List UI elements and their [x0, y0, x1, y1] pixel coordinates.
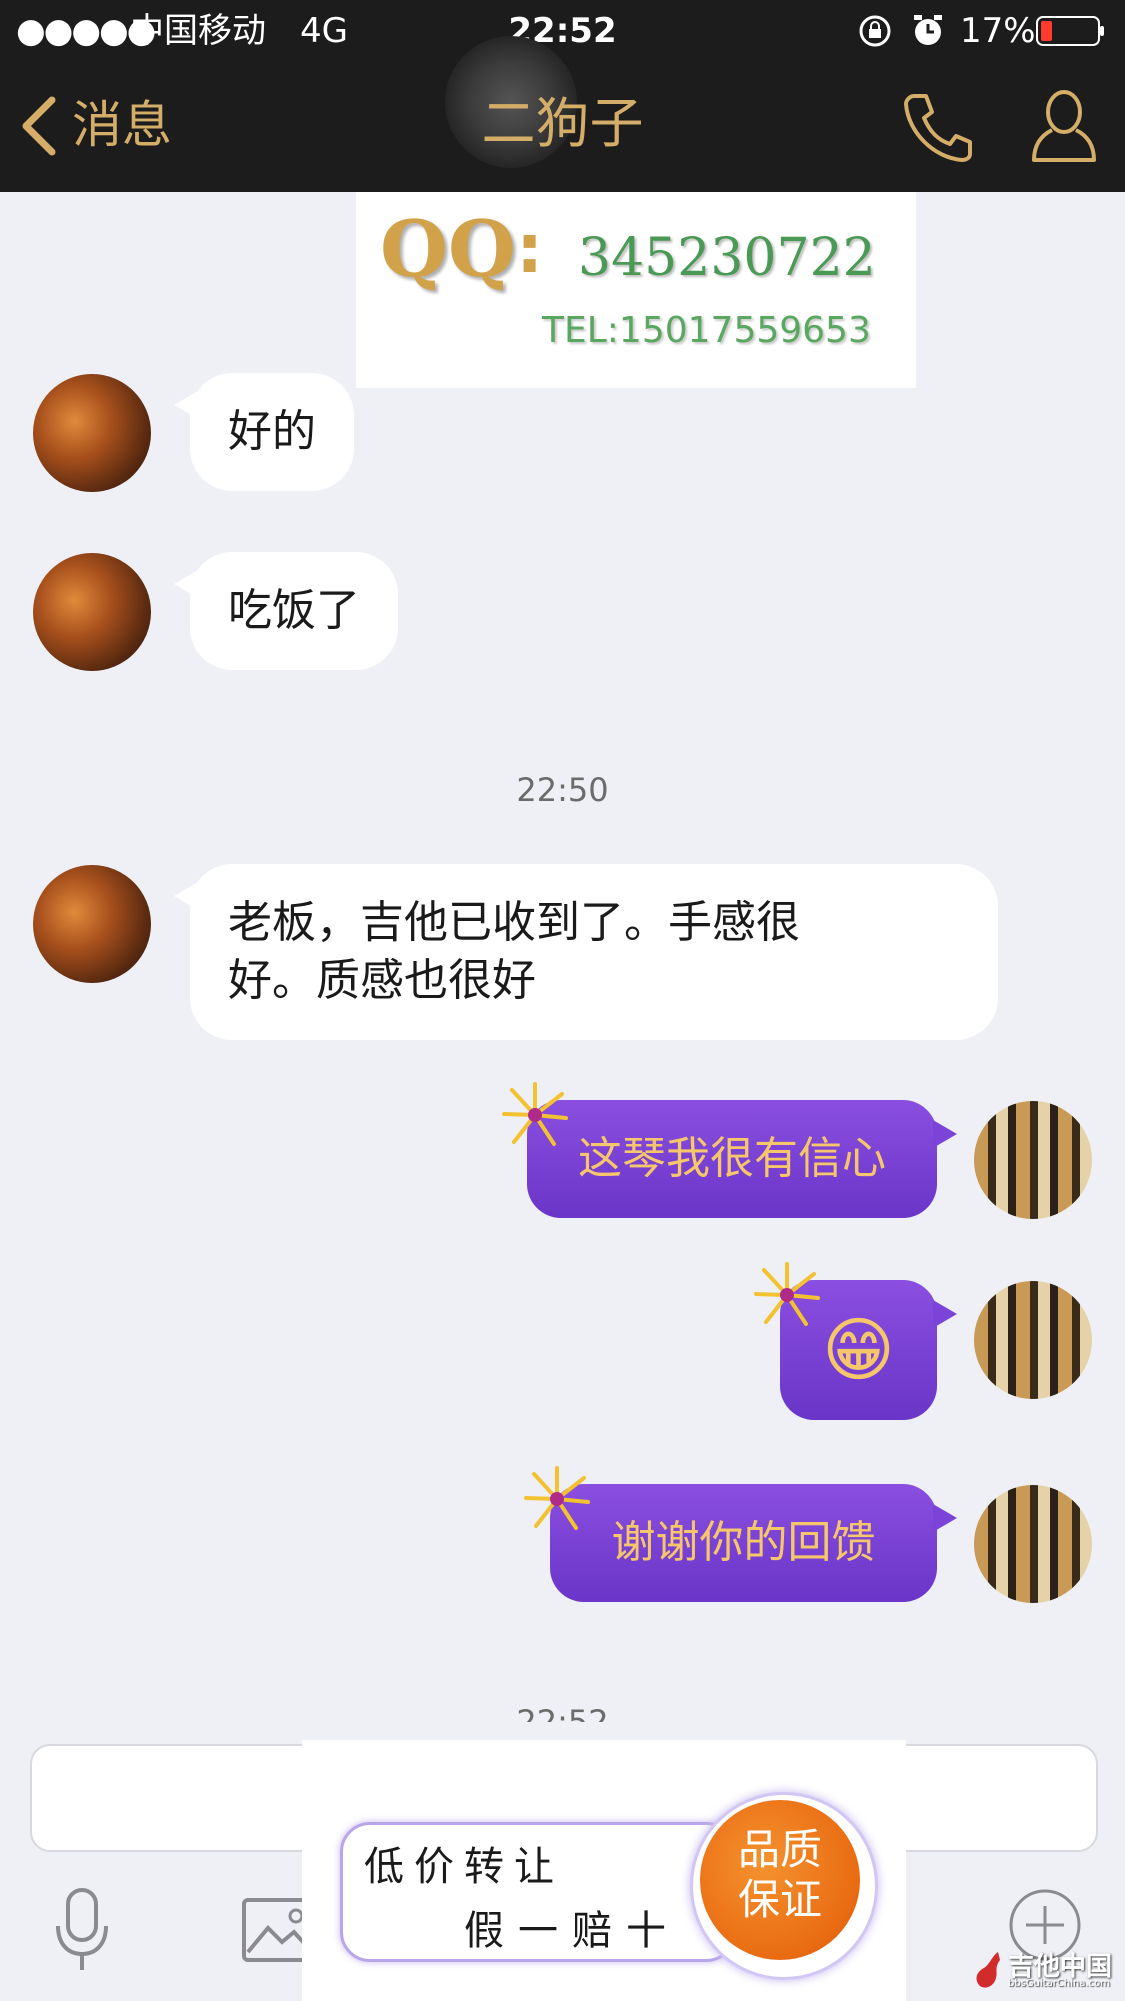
battery-icon: [1036, 16, 1106, 46]
contact-avatar[interactable]: [33, 553, 151, 671]
tel-number: TEL:15017559653: [542, 310, 871, 351]
contact-avatar[interactable]: [33, 865, 151, 983]
contact-avatar[interactable]: [33, 374, 151, 492]
timestamp-label: 22:50: [516, 771, 609, 809]
firework-decoration-icon: [500, 1080, 570, 1150]
outgoing-message-bubble[interactable]: 这琴我很有信心: [527, 1100, 957, 1218]
alarm-icon: [910, 12, 946, 48]
watermark: 吉他中国 bbsGuitarChina.com: [972, 1946, 1122, 1998]
timestamp-label: 22:52: [516, 1703, 609, 1722]
message-text: 好的: [228, 406, 316, 457]
qq-colon: :: [516, 210, 544, 289]
rotation-lock-icon: [858, 14, 892, 48]
user-avatar[interactable]: [974, 1281, 1092, 1399]
message-text-line: 老板，吉他已收到了。手感很: [228, 897, 800, 948]
battery-percent: 17%: [960, 11, 1036, 51]
timestamp-clip: 22:52: [0, 1700, 1125, 1722]
status-time: 22:52: [508, 11, 617, 51]
grinning-emoji-icon: 😁: [822, 1309, 895, 1391]
qq-label: QQ: [380, 204, 516, 295]
ad-line-1: 低价转让: [364, 1844, 564, 1890]
ad-line-2: 假一赔十: [464, 1908, 680, 1954]
message-text: 这琴我很有信心: [578, 1133, 886, 1184]
contact-profile-icon[interactable]: [1030, 86, 1098, 166]
firework-decoration-icon: [752, 1260, 822, 1330]
incoming-message-bubble[interactable]: 吃饭了: [174, 552, 398, 670]
firework-decoration-icon: [522, 1464, 592, 1534]
message-text: 谢谢你的回馈: [611, 1517, 876, 1568]
qq-number: 345230722: [578, 228, 876, 288]
message-text: 吃饭了: [228, 585, 360, 636]
message-text-line: 好。质感也很好: [228, 955, 536, 1006]
microphone-icon[interactable]: [52, 1888, 112, 1974]
quality-badge: 品质 保证: [700, 1800, 860, 1960]
user-avatar[interactable]: [974, 1101, 1092, 1219]
user-avatar[interactable]: [974, 1485, 1092, 1603]
ad-banner-top: QQ : 345230722 TEL:15017559653: [356, 192, 916, 388]
badge-line-1: 品质: [737, 1825, 822, 1874]
watermark-sub: bbsGuitarChina.com: [1008, 1978, 1111, 1989]
ad-banner-bottom: 低价转让 假一赔十 品质 保证: [302, 1740, 906, 2001]
guitar-logo-icon: [972, 1950, 1006, 1990]
incoming-message-bubble[interactable]: 好的: [174, 373, 354, 491]
top-bar: ●●●●● 中国移动 4G 22:52 17% 消息 二狗子: [0, 0, 1125, 192]
phone-call-icon[interactable]: [900, 88, 976, 164]
incoming-message-bubble[interactable]: 老板，吉他已收到了。手感很 好。质感也很好: [174, 864, 998, 1040]
badge-line-2: 保证: [737, 1875, 822, 1924]
outgoing-message-bubble[interactable]: 谢谢你的回馈: [550, 1484, 957, 1602]
